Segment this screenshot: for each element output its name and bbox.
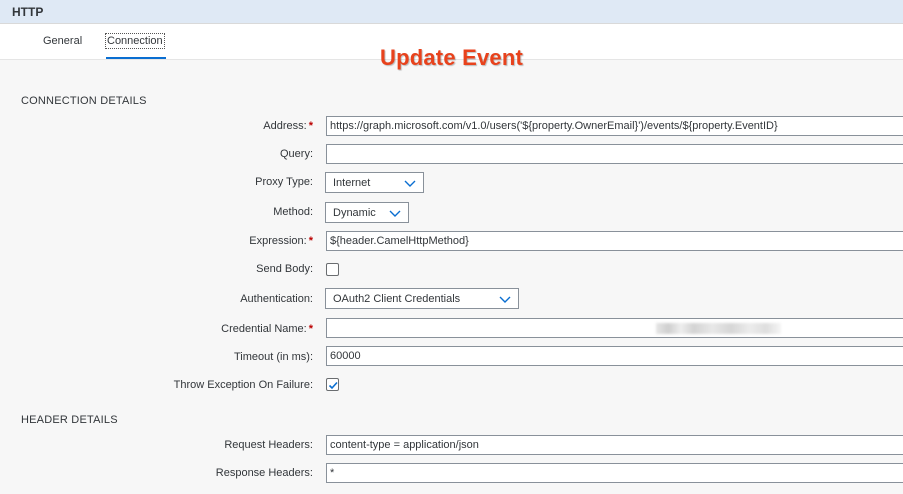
send-body-label: Send Body: [256,263,313,275]
authentication-label: Authentication: [240,293,313,305]
proxy-type-select[interactable]: Internet [325,172,424,193]
tab-general[interactable]: General [43,35,82,47]
proxy-type-value: Internet [333,177,371,189]
throw-exception-checkbox[interactable] [326,378,339,391]
window-title: HTTP [12,5,44,19]
request-headers-label: Request Headers: [224,439,313,451]
chevron-down-icon [499,296,511,303]
method-value: Dynamic [333,207,376,219]
throw-exception-label: Throw Exception On Failure: [173,379,313,391]
timeout-label: Timeout (in ms): [233,351,313,363]
active-tab-indicator [106,57,166,59]
credential-name-label-text: Credential Name: [221,323,307,335]
response-headers-label: Response Headers: [215,467,313,479]
expression-label-text: Expression: [249,235,307,247]
send-body-checkbox[interactable] [326,263,339,276]
credential-name-input[interactable] [326,318,903,338]
expression-input[interactable]: ${header.CamelHttpMethod} [326,231,903,251]
checkmark-icon [328,381,338,390]
timeout-input[interactable]: 60000 [326,346,903,366]
required-marker: * [308,235,313,247]
header-details-heading: HEADER DETAILS [21,414,118,426]
query-input[interactable] [326,144,903,164]
title-bar: HTTP [0,0,903,24]
redacted-credential-value [656,323,781,334]
required-marker: * [308,323,313,335]
query-label: Query: [279,148,313,160]
credential-name-label: Credential Name: * [221,323,313,335]
method-select[interactable]: Dynamic [325,202,409,223]
required-marker: * [308,120,313,132]
authentication-select[interactable]: OAuth2 Client Credentials [325,288,519,309]
tab-connection[interactable]: Connection [105,33,165,49]
connection-details-heading: CONNECTION DETAILS [21,95,147,107]
response-headers-input[interactable]: * [326,463,903,483]
request-headers-input[interactable]: content-type = application/json [326,435,903,455]
address-label: Address: * [263,120,313,132]
chevron-down-icon [404,180,416,187]
address-input[interactable]: https://graph.microsoft.com/v1.0/users('… [326,116,903,136]
chevron-down-icon [389,210,401,217]
method-label: Method: [273,206,313,218]
expression-label: Expression: * [249,235,313,247]
overlay-annotation-title: Update Event [380,45,523,70]
authentication-value: OAuth2 Client Credentials [333,293,461,305]
address-label-text: Address: [263,120,307,132]
proxy-type-label: Proxy Type: [255,176,313,188]
